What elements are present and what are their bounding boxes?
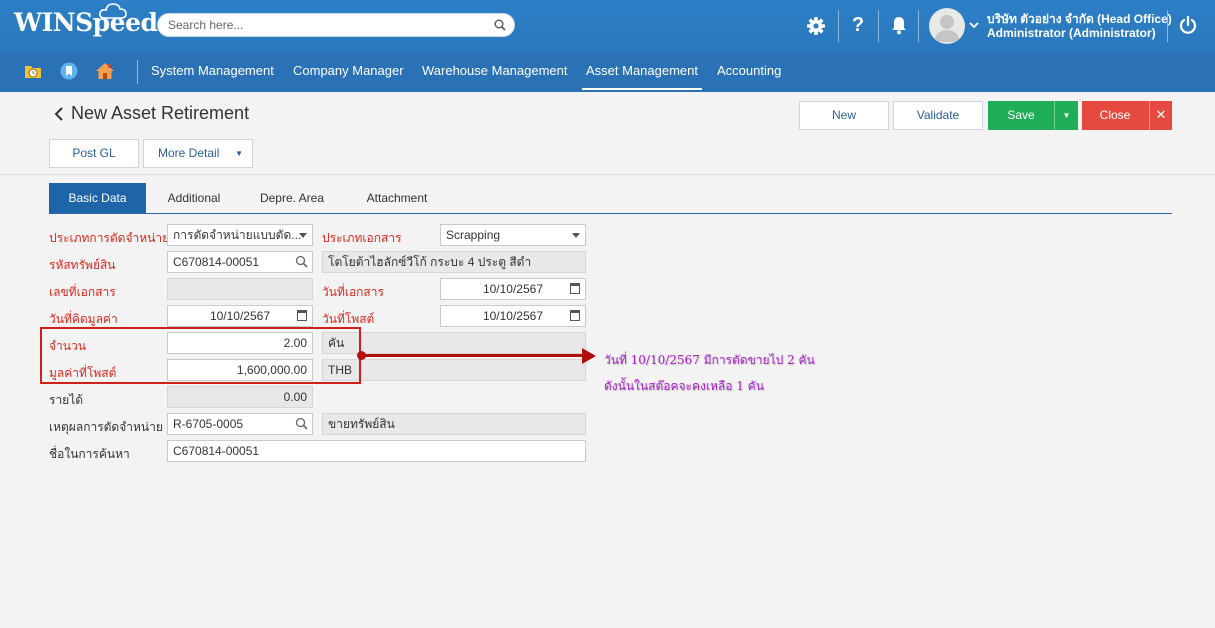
- annotation-arrow-dot: [357, 351, 366, 360]
- annotation-arrowhead: [582, 348, 596, 364]
- header-separator: [838, 10, 839, 42]
- post-date-field[interactable]: 10/10/2567: [440, 305, 586, 327]
- tab-attachment[interactable]: Attachment: [350, 183, 444, 214]
- doc-no-label: เลขที่เอกสาร: [49, 285, 116, 299]
- global-search[interactable]: [157, 13, 515, 37]
- back-icon[interactable]: [54, 107, 64, 121]
- search-input[interactable]: [168, 17, 488, 33]
- search-icon[interactable]: [295, 417, 308, 430]
- help-icon[interactable]: ?: [847, 14, 869, 36]
- user-name: Administrator (Administrator): [987, 26, 1156, 40]
- post-gl-button[interactable]: Post GL: [49, 139, 139, 168]
- reason-label: เหตุผลการตัดจำหน่าย: [49, 420, 163, 434]
- retire-type-select[interactable]: การตัดจำหน่ายแบบตัด...: [167, 224, 313, 246]
- menu-warehouse-management[interactable]: Warehouse Management: [422, 52, 568, 90]
- new-button[interactable]: New: [799, 101, 889, 130]
- save-button-label: Save: [1007, 108, 1035, 122]
- chevron-down-icon[interactable]: [969, 21, 979, 29]
- doc-date-label: วันที่เอกสาร: [322, 285, 384, 299]
- gear-icon[interactable]: [806, 16, 826, 36]
- search-icon[interactable]: [494, 19, 506, 31]
- calendar-icon[interactable]: [297, 310, 307, 321]
- doc-date-value: 10/10/2567: [482, 282, 543, 296]
- retire-type-label: ประเภทการตัดจำหน่าย: [49, 231, 170, 245]
- header-separator: [1167, 10, 1168, 42]
- top-header: WINSpeed ?: [0, 0, 1215, 52]
- home-icon[interactable]: [95, 61, 115, 81]
- calendar-icon[interactable]: [570, 310, 580, 321]
- bell-icon[interactable]: [890, 15, 908, 35]
- chevron-down-icon: [572, 233, 580, 238]
- revenue-field: 0.00: [167, 386, 313, 408]
- reason-name-field: ขายทรัพย์สิน: [322, 413, 586, 435]
- header-separator: [918, 10, 919, 42]
- menu-accounting[interactable]: Accounting: [717, 52, 781, 90]
- value-date-field[interactable]: 10/10/2567: [167, 305, 313, 327]
- tab-underline: [49, 213, 1172, 214]
- doc-no-field: [167, 278, 313, 300]
- main-menu-bar: System Management Company Manager Wareho…: [0, 52, 1215, 92]
- avatar[interactable]: [929, 8, 965, 44]
- tab-basic-data[interactable]: Basic Data: [49, 183, 146, 214]
- save-button[interactable]: Save ▼: [988, 101, 1078, 130]
- search-name-label: ชื่อในการค้นหา: [49, 447, 130, 461]
- cloud-icon: [99, 3, 127, 19]
- doc-type-value: Scrapping: [446, 228, 501, 242]
- tab-additional[interactable]: Additional: [150, 183, 238, 214]
- asset-code-value: C670814-00051: [173, 255, 260, 269]
- winspeed-logo[interactable]: WINSpeed: [14, 3, 158, 37]
- asset-code-label: รหัสทรัพย์สิน: [49, 258, 116, 272]
- doc-date-field[interactable]: 10/10/2567: [440, 278, 586, 300]
- bookmark-icon[interactable]: [59, 61, 79, 81]
- chevron-down-icon: [299, 233, 307, 238]
- menu-system-management[interactable]: System Management: [151, 52, 274, 90]
- header-divider: [0, 174, 1215, 175]
- post-date-value: 10/10/2567: [482, 309, 543, 323]
- header-separator: [878, 10, 879, 42]
- save-dropdown-icon[interactable]: ▼: [1054, 101, 1078, 130]
- annotation-arrow: [361, 354, 585, 357]
- tab-depre-area[interactable]: Depre. Area: [244, 183, 340, 214]
- reason-code-value: R-6705-0005: [173, 417, 244, 431]
- currency-field: THB: [322, 359, 586, 381]
- more-detail-label: More Detail: [158, 146, 220, 160]
- power-icon[interactable]: [1178, 15, 1198, 35]
- asset-code-field[interactable]: C670814-00051: [167, 251, 313, 273]
- menu-company-manager[interactable]: Company Manager: [293, 52, 404, 90]
- doc-type-label: ประเภทเอกสาร: [322, 231, 402, 245]
- calendar-icon[interactable]: [570, 283, 580, 294]
- menu-separator: [137, 60, 138, 84]
- highlight-box: [40, 327, 361, 384]
- close-button-label: Close: [1099, 108, 1131, 122]
- chevron-down-icon: ▼: [235, 149, 243, 158]
- page-title: New Asset Retirement: [71, 103, 250, 123]
- validate-button[interactable]: Validate: [893, 101, 983, 130]
- doc-type-select[interactable]: Scrapping: [440, 224, 586, 246]
- value-date-value: 10/10/2567: [209, 309, 270, 323]
- menu-asset-management[interactable]: Asset Management: [582, 52, 703, 90]
- more-detail-button[interactable]: More Detail ▼: [143, 139, 253, 168]
- folder-clock-icon[interactable]: [23, 61, 43, 81]
- search-name-field[interactable]: C670814-00051: [167, 440, 586, 462]
- reason-code-field[interactable]: R-6705-0005: [167, 413, 313, 435]
- revenue-label: รายได้: [49, 393, 84, 407]
- annotation-note-line1: วันที่ 10/10/2567 มีการตัดขายไป 2 คัน: [604, 353, 815, 367]
- retire-type-value: การตัดจำหน่ายแบบตัด...: [173, 228, 302, 242]
- close-icon[interactable]: ✕: [1149, 101, 1172, 130]
- close-button[interactable]: Close ✕: [1082, 101, 1172, 130]
- asset-name-field: โตโยต้าไฮลักซ์วีโก้ กระบะ 4 ประตู สีดำ: [322, 251, 586, 273]
- annotation-note-line2: ดังนั้นในสต๊อคจะคงเหลือ 1 คัน: [604, 379, 764, 393]
- search-icon[interactable]: [295, 255, 308, 268]
